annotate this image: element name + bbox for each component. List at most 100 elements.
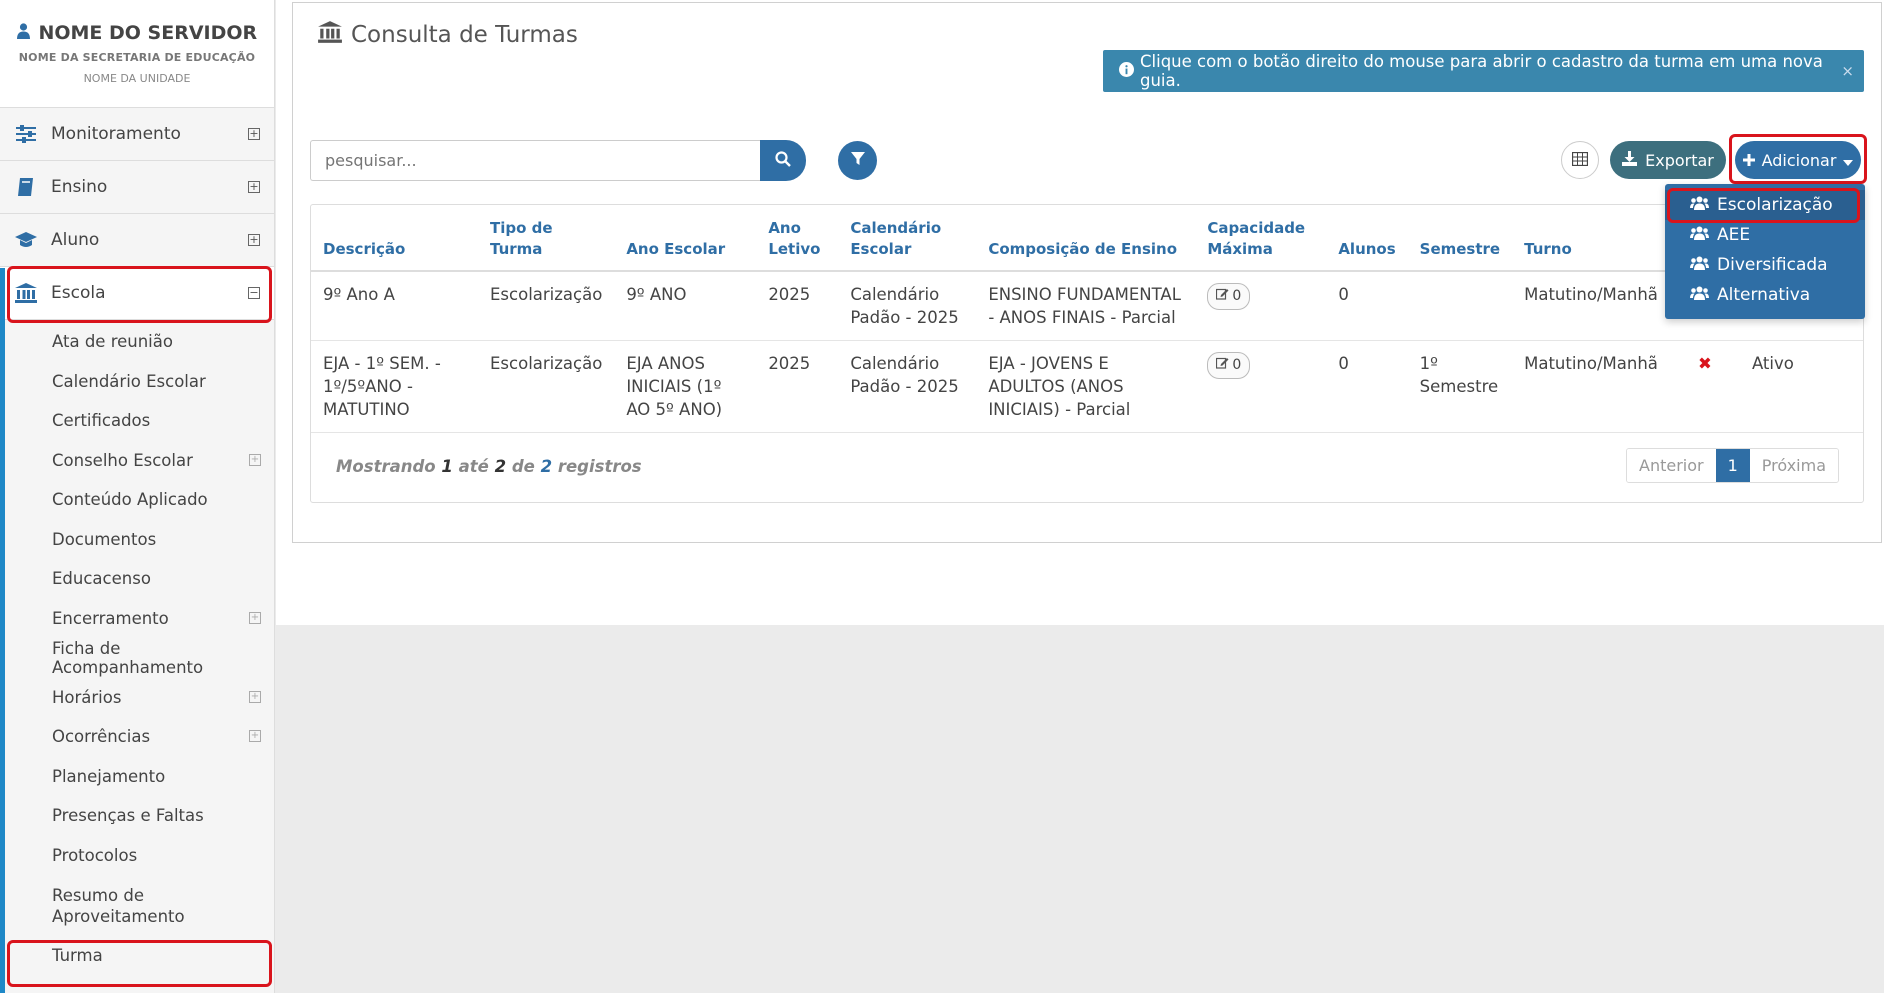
dropdown-item-diversificada[interactable]: Diversificada xyxy=(1665,250,1865,280)
expand-icon[interactable]: + xyxy=(249,611,261,624)
dropdown-item-escolarizacao[interactable]: Escolarização xyxy=(1665,190,1865,220)
cell-turno: Matutino/Manhã xyxy=(1512,271,1670,341)
submenu-item-label: Horários xyxy=(52,687,122,707)
add-button[interactable]: Adicionar xyxy=(1735,141,1861,179)
column-header-tipo-de-turma[interactable]: Tipo de Turma xyxy=(478,205,615,272)
submenu-item-encerramento[interactable]: Encerramento + xyxy=(5,599,275,639)
dropdown-item-label: Escolarização xyxy=(1717,195,1833,215)
submenu-item-label: Ficha de Acompanhamento xyxy=(52,638,204,677)
submenu-item-certificados[interactable]: Certificados xyxy=(5,401,275,441)
edit-icon xyxy=(1216,285,1229,308)
menu-item-aluno[interactable]: Aluno + xyxy=(0,214,274,267)
export-button[interactable]: Exportar xyxy=(1610,141,1726,179)
records-prefix: Mostrando xyxy=(336,457,436,476)
submenu-item-label: Documentos xyxy=(52,529,157,549)
pagination-previous[interactable]: Anterior xyxy=(1627,449,1716,482)
sidebar: NOME DO SERVIDOR NOME DA SECRETARIA DE E… xyxy=(0,0,275,993)
column-header-semestre[interactable]: Semestre xyxy=(1407,205,1513,272)
cell-capacidade: 0 xyxy=(1195,340,1327,433)
bank-icon xyxy=(317,20,343,50)
column-header-turno[interactable]: Turno xyxy=(1512,205,1670,272)
collapse-icon[interactable]: − xyxy=(248,287,260,299)
submenu-item-conselho-escolar[interactable]: Conselho Escolar + xyxy=(5,441,275,481)
cell-alunos: 0 xyxy=(1326,340,1408,433)
cell-ano-letivo: 2025 xyxy=(756,340,839,433)
submenu-item-label: Turma xyxy=(52,946,103,966)
menu-item-monitoramento[interactable]: Monitoramento + xyxy=(0,108,274,161)
info-alert: Clique com o botão direito do mouse para… xyxy=(1103,50,1864,92)
submenu-item-educacenso[interactable]: Educacenso xyxy=(5,559,275,599)
cell-semestre xyxy=(1407,271,1513,341)
submenu-item-resumo-de-aproveitamento[interactable]: Resumo de Aproveitamento xyxy=(5,875,275,936)
column-header-ano-letivo[interactable]: Ano Letivo xyxy=(756,205,839,272)
cell-capacidade: 0 xyxy=(1195,271,1327,341)
columns-button[interactable] xyxy=(1561,141,1599,179)
escola-submenu: Ata de reunião Calendário Escolar Certif… xyxy=(5,322,275,976)
expand-icon[interactable]: + xyxy=(249,453,261,466)
capacity-edit-button[interactable]: 0 xyxy=(1207,283,1251,310)
submenu-item-calendario-escolar[interactable]: Calendário Escolar xyxy=(5,362,275,402)
submenu-item-planejamento[interactable]: Planejamento xyxy=(5,757,275,797)
submenu-item-label: Ocorrências xyxy=(52,727,151,747)
submenu-item-ficha-de-acompanhamento[interactable]: Ficha de Acompanhamento xyxy=(5,638,275,678)
dropdown-item-aee[interactable]: AEE xyxy=(1665,220,1865,250)
users-icon xyxy=(1690,195,1709,215)
column-header-composicao-de-ensino[interactable]: Composição de Ensino xyxy=(976,205,1196,272)
submenu-item-turma[interactable]: Turma xyxy=(5,936,275,976)
cell-descricao: 9º Ano A xyxy=(311,271,478,341)
close-icon[interactable]: × xyxy=(1841,62,1854,80)
cell-semestre: 1º Semestre xyxy=(1407,340,1513,433)
search-bar xyxy=(310,140,806,181)
download-icon xyxy=(1622,150,1638,170)
filter-button[interactable] xyxy=(838,141,877,180)
pagination: Anterior 1 Próxima xyxy=(1626,448,1839,483)
table-row[interactable]: 9º Ano A Escolarização 9º ANO 2025 Calen… xyxy=(311,271,1863,341)
submenu-item-label: Planejamento xyxy=(52,766,166,786)
users-icon xyxy=(1690,225,1709,245)
dropdown-item-label: Diversificada xyxy=(1717,255,1828,275)
expand-icon[interactable]: + xyxy=(249,690,261,703)
expand-icon[interactable]: + xyxy=(249,730,261,742)
search-button[interactable] xyxy=(760,140,806,181)
column-header-capacidade-maxima[interactable]: Capacidade Máxima xyxy=(1195,205,1327,272)
dropdown-item-alternativa[interactable]: Alternativa xyxy=(1665,280,1865,310)
submenu-item-label: Protocolos xyxy=(52,845,138,865)
submenu-item-documentos[interactable]: Documentos xyxy=(5,520,275,560)
column-header-calendario-escolar[interactable]: Calendário Escolar xyxy=(838,205,977,272)
expand-icon[interactable]: + xyxy=(248,128,260,140)
table-row[interactable]: EJA - 1º SEM. - 1º/5ºANO - MATUTINO Esco… xyxy=(311,340,1863,433)
secretaria-name: NOME DA SECRETARIA DE EDUCAÇÃO xyxy=(18,51,256,64)
submenu-item-presencas-e-faltas[interactable]: Presenças e Faltas xyxy=(5,796,275,836)
cell-calendario: Calendário Padão - 2025 xyxy=(838,271,977,341)
submenu-item-label: Presenças e Faltas xyxy=(52,806,204,826)
bank-icon xyxy=(14,282,38,304)
cell-tipo: Escolarização xyxy=(478,271,615,341)
menu-item-label: Ensino xyxy=(51,177,108,197)
submenu-item-ocorrencias[interactable]: Ocorrências + xyxy=(5,717,275,757)
cell-ano-escolar: 9º ANO xyxy=(614,271,757,341)
column-header-descricao[interactable]: Descrição xyxy=(311,205,478,272)
submenu-item-protocolos[interactable]: Protocolos xyxy=(5,836,275,876)
unidade-name: NOME DA UNIDADE xyxy=(83,72,191,85)
menu-item-escola[interactable]: Escola − xyxy=(0,267,274,320)
expand-icon[interactable]: + xyxy=(248,234,260,246)
submenu-item-conteudo-aplicado[interactable]: Conteúdo Aplicado xyxy=(5,480,275,520)
pagination-page[interactable]: 1 xyxy=(1715,449,1750,482)
column-header-ano-escolar[interactable]: Ano Escolar xyxy=(614,205,757,272)
export-label: Exportar xyxy=(1645,150,1714,170)
submenu-item-ata-de-reuniao[interactable]: Ata de reunião xyxy=(5,322,275,362)
info-icon xyxy=(1119,61,1134,81)
pagination-next[interactable]: Próxima xyxy=(1749,449,1838,482)
menu-item-ensino[interactable]: Ensino + xyxy=(0,161,274,214)
submenu-item-label: Certificados xyxy=(52,411,151,431)
expand-icon[interactable]: + xyxy=(248,181,260,193)
search-input[interactable] xyxy=(310,140,760,181)
add-dropdown-menu: Escolarização AEE Diversificada Alternat… xyxy=(1665,184,1865,319)
menu-item-label: Aluno xyxy=(51,230,100,250)
submenu-item-label: Educacenso xyxy=(52,569,151,589)
capacity-edit-button[interactable]: 0 xyxy=(1207,352,1251,379)
submenu-item-horarios[interactable]: Horários + xyxy=(5,678,275,718)
column-header-alunos[interactable]: Alunos xyxy=(1326,205,1408,272)
records-total: 2 xyxy=(540,457,553,476)
users-icon xyxy=(1690,255,1709,275)
